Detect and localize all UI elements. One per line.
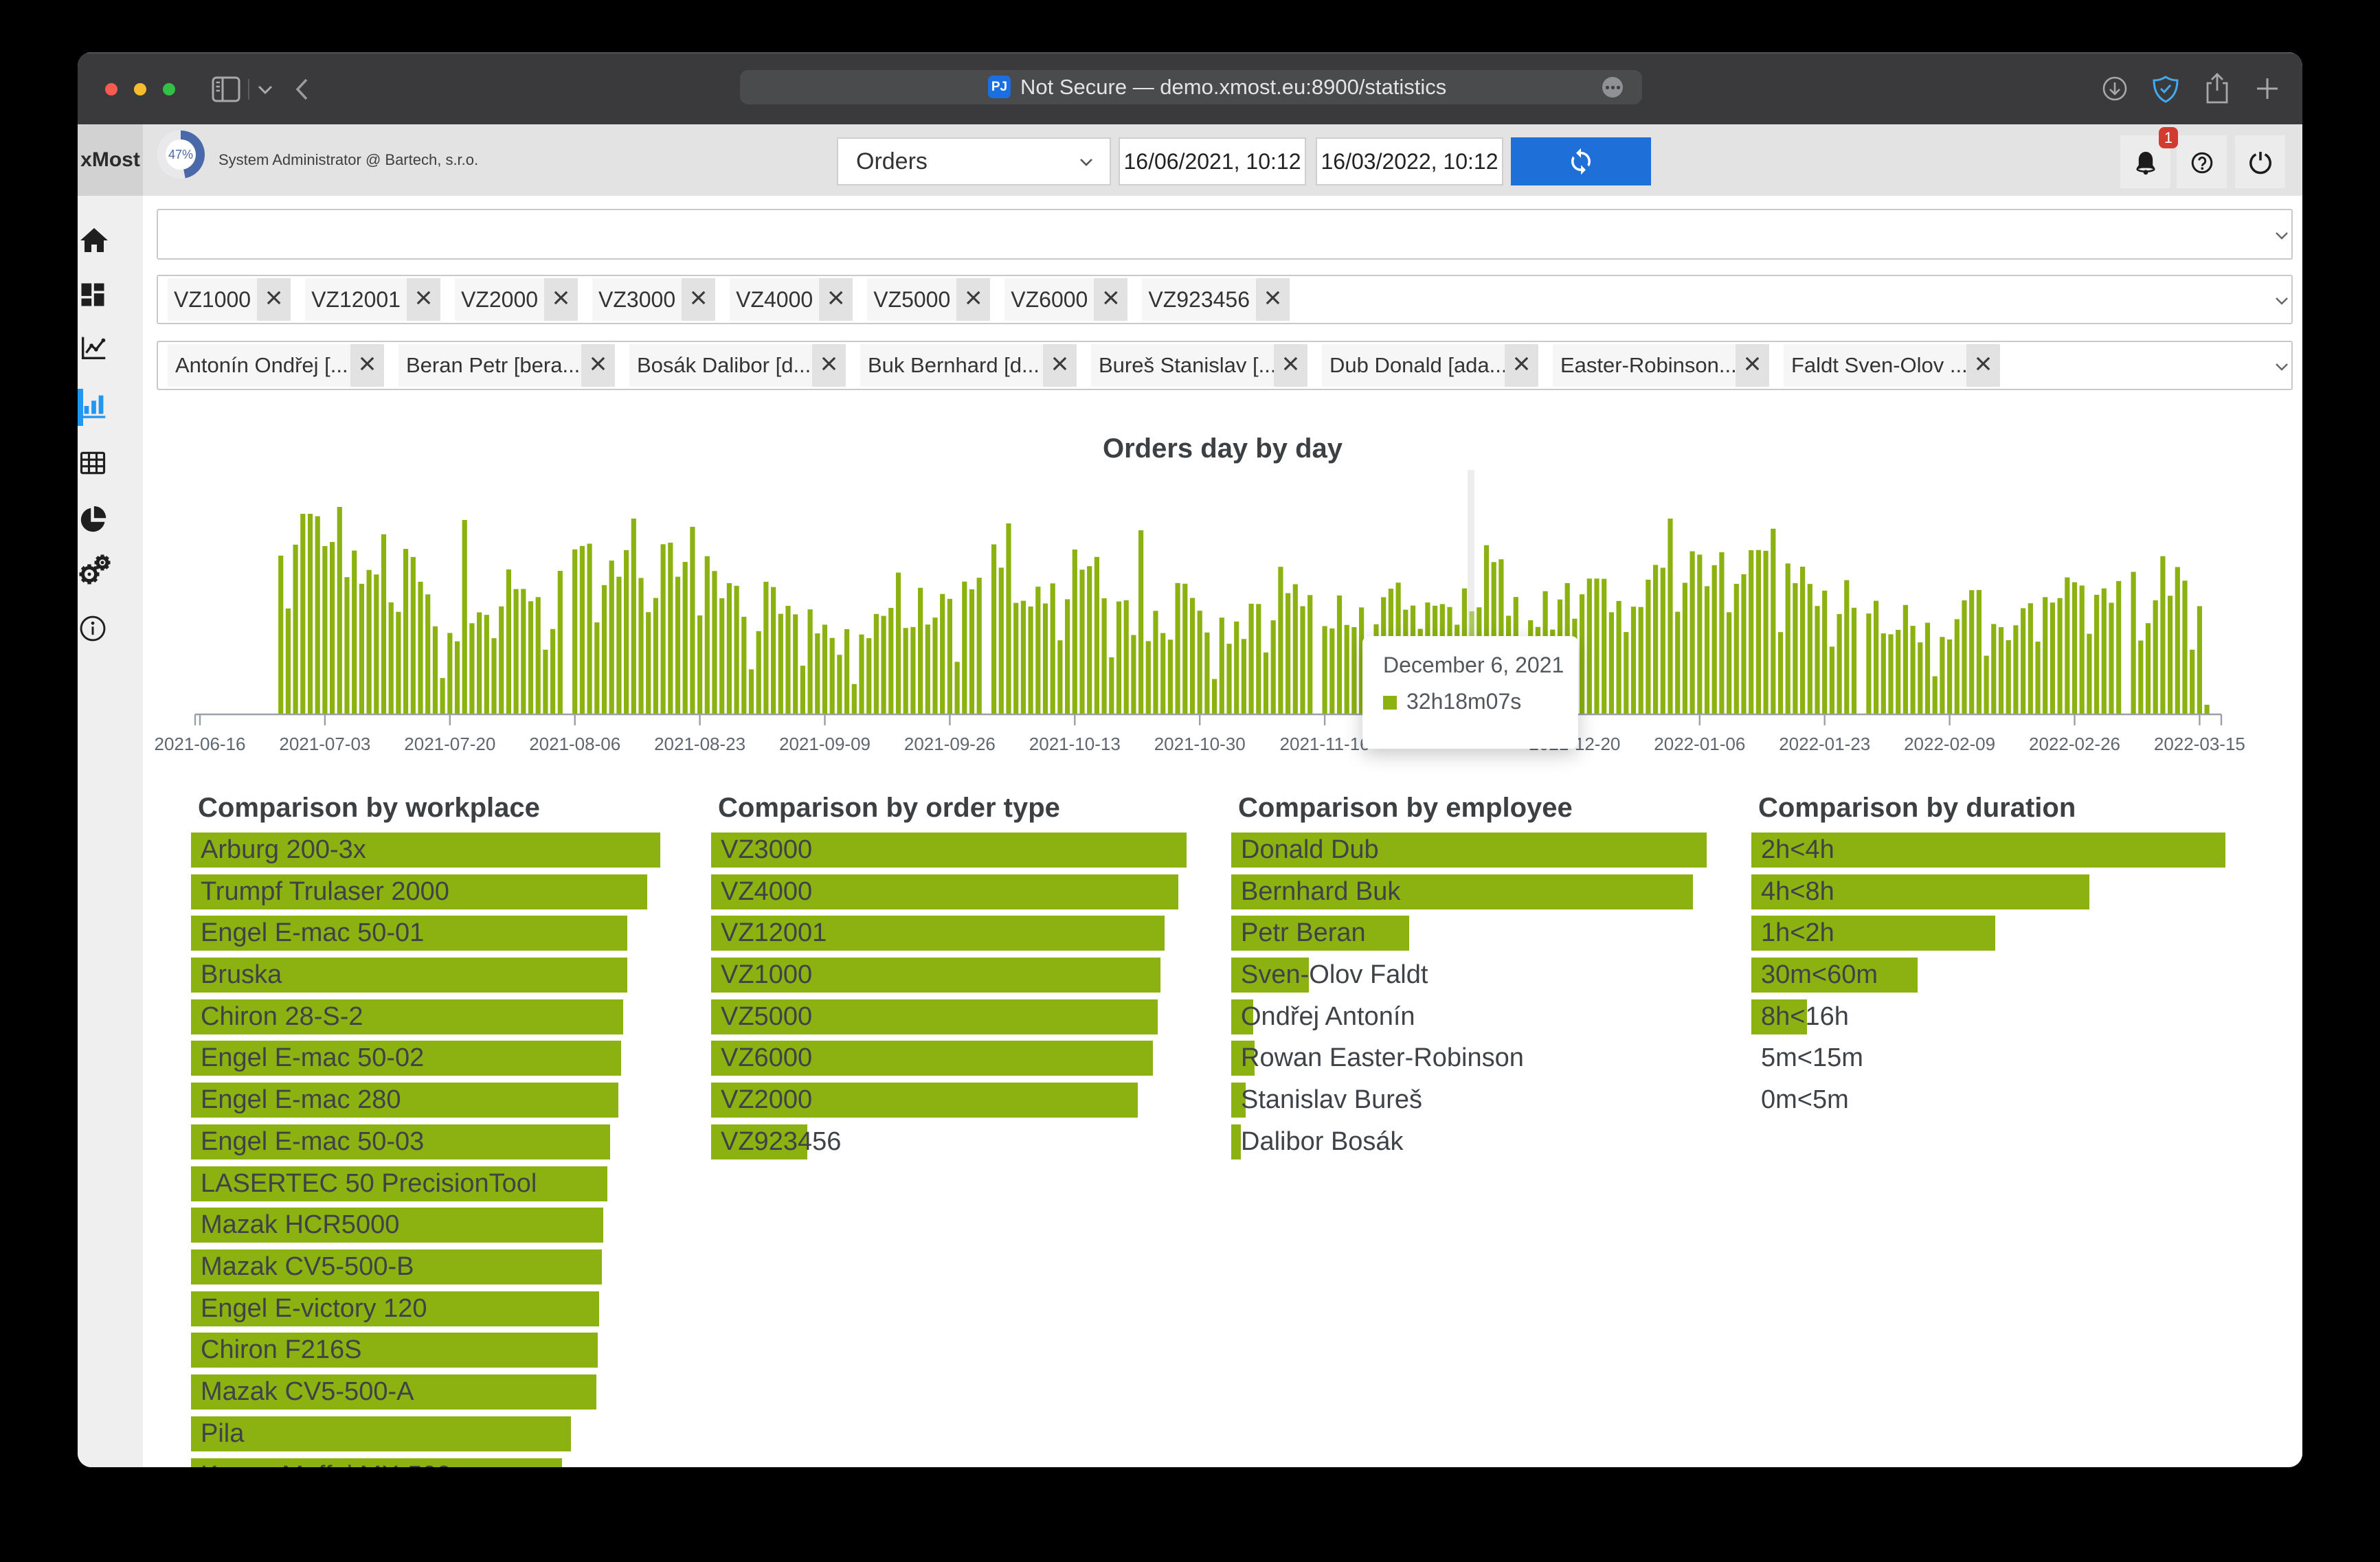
svg-text:2021-10-13: 2021-10-13	[1029, 734, 1121, 754]
svg-text:2022-02-09: 2022-02-09	[1904, 734, 1995, 754]
svg-text:2022-03-15: 2022-03-15	[2154, 734, 2245, 754]
svg-text:2022-01-06: 2022-01-06	[1654, 734, 1745, 754]
svg-text:2021-06-16: 2021-06-16	[155, 734, 246, 754]
svg-text:2021-08-23: 2021-08-23	[654, 734, 745, 754]
svg-text:2021-08-06: 2021-08-06	[529, 734, 620, 754]
svg-text:2021-10-30: 2021-10-30	[1154, 734, 1246, 754]
svg-text:2021-09-26: 2021-09-26	[904, 734, 996, 754]
svg-text:2022-02-26: 2022-02-26	[2029, 734, 2120, 754]
svg-text:2021-09-09: 2021-09-09	[779, 734, 871, 754]
svg-text:2021-11-16: 2021-11-16	[1280, 734, 1370, 754]
svg-text:2021-07-20: 2021-07-20	[404, 734, 495, 754]
svg-text:2021-07-03: 2021-07-03	[279, 734, 370, 754]
svg-text:2022-01-23: 2022-01-23	[1779, 734, 1870, 754]
